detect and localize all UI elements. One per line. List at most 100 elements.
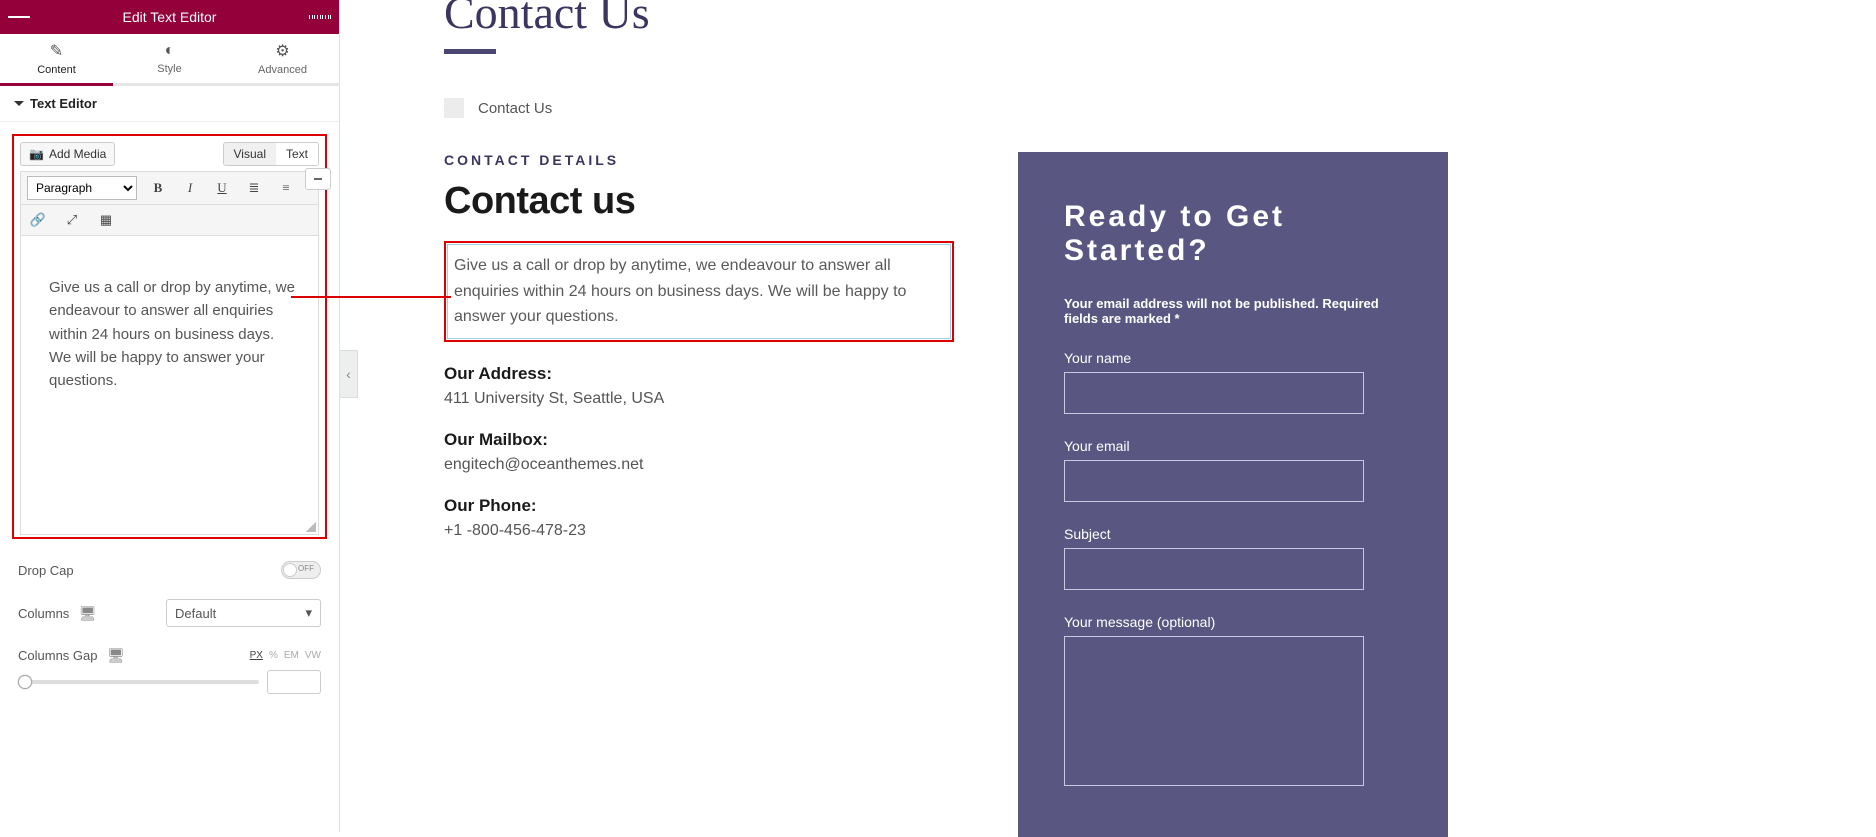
unit-em[interactable]: EM: [284, 650, 299, 661]
bold-button[interactable]: B: [147, 177, 169, 199]
menu-icon[interactable]: [8, 6, 30, 28]
mailbox-block: Our Mailbox: engitech@oceanthemes.net: [444, 430, 954, 474]
field-email: Your email: [1064, 438, 1402, 502]
address-label: Our Address:: [444, 364, 954, 384]
gear-icon: ⚙: [275, 41, 289, 61]
slider-thumb[interactable]: [18, 675, 32, 689]
responsive-icon[interactable]: 🖥: [107, 647, 125, 663]
content-columns: CONTACT DETAILS Contact us Give us a cal…: [444, 152, 1876, 837]
label-email: Your email: [1064, 438, 1402, 454]
columns-gap-slider[interactable]: [18, 680, 259, 684]
bullet-list-button[interactable]: ≣: [243, 177, 265, 199]
label-message: Your message (optional): [1064, 614, 1402, 630]
editor-toolbar-top: 📷 Add Media Visual Text: [20, 142, 319, 166]
panel-tabs: ✎ Content ◐ Style ⚙ Advanced: [0, 34, 339, 86]
wysiwyg-editor[interactable]: Give us a call or drop by anytime, we en…: [20, 235, 319, 535]
form-note: Your email address will not be published…: [1064, 296, 1402, 326]
unit-vw[interactable]: VW: [305, 650, 321, 661]
editor-format-bar: Paragraph B I U ≣ ≡: [20, 171, 319, 204]
pencil-icon: ✎: [50, 41, 63, 61]
add-media-button[interactable]: 📷 Add Media: [20, 142, 115, 166]
tab-advanced-label: Advanced: [258, 64, 307, 76]
editor-mode-tabs: Visual Text: [223, 142, 319, 166]
breadcrumb-current: Contact Us: [478, 100, 552, 117]
address-block: Our Address: 411 University St, Seattle,…: [444, 364, 954, 408]
camera-icon: 📷: [29, 147, 44, 161]
phone-value: +1 -800-456-478-23: [444, 522, 954, 540]
page-title: Contact Us: [444, 0, 1876, 39]
toolbar-toggle-button[interactable]: ▦: [95, 209, 117, 231]
tab-content-label: Content: [37, 64, 76, 76]
caret-down-icon: [14, 101, 24, 106]
paragraph-format-select[interactable]: Paragraph: [27, 176, 137, 200]
columns-row: Columns 🖥 Default ▾: [0, 589, 339, 637]
editor-highlight-box: 📷 Add Media Visual Text Paragraph B I U …: [12, 134, 327, 539]
section-title: Text Editor: [30, 96, 97, 111]
input-name[interactable]: [1064, 372, 1364, 414]
tab-content[interactable]: ✎ Content: [0, 34, 113, 83]
toggle-knob: [283, 563, 297, 577]
add-media-label: Add Media: [49, 147, 106, 161]
drop-cap-state: OFF: [298, 564, 314, 573]
drop-cap-label: Drop Cap: [18, 563, 74, 578]
sidebar-title: Edit Text Editor: [30, 9, 309, 25]
editor-sidebar: Edit Text Editor ✎ Content ◐ Style ⚙ Adv…: [0, 0, 340, 832]
responsive-icon[interactable]: 🖥: [79, 605, 97, 621]
drop-cap-toggle[interactable]: OFF: [281, 561, 321, 579]
section-text-editor-header[interactable]: Text Editor: [0, 86, 339, 122]
sidebar-header: Edit Text Editor: [0, 0, 339, 34]
columns-value: Default: [175, 606, 216, 621]
input-message[interactable]: [1064, 636, 1364, 786]
label-name: Your name: [1064, 350, 1402, 366]
unit-px[interactable]: PX: [250, 650, 263, 661]
contact-heading: Contact us: [444, 180, 954, 223]
form-heading: Ready to Get Started?: [1064, 200, 1402, 268]
unit-switcher: PX % EM VW: [250, 650, 321, 661]
phone-label: Our Phone:: [444, 496, 954, 516]
input-subject[interactable]: [1064, 548, 1364, 590]
field-subject: Subject: [1064, 526, 1402, 590]
input-email[interactable]: [1064, 460, 1364, 502]
tab-style-label: Style: [157, 63, 181, 75]
columns-select[interactable]: Default ▾: [166, 599, 321, 627]
drop-cap-row: Drop Cap OFF: [0, 551, 339, 589]
contact-form: Ready to Get Started? Your email address…: [1018, 152, 1448, 837]
field-name: Your name: [1064, 350, 1402, 414]
columns-gap-row: Columns Gap 🖥 PX % EM VW: [0, 637, 339, 666]
annotation-connector-line: [291, 296, 451, 298]
resize-handle[interactable]: [306, 522, 316, 532]
editor-content: Give us a call or drop by anytime, we en…: [49, 279, 295, 389]
fullscreen-button[interactable]: ⤢: [61, 209, 83, 231]
unit-percent[interactable]: %: [269, 650, 278, 661]
live-preview: Contact Us Contact Us CONTACT DETAILS Co…: [360, 0, 1876, 832]
phone-block: Our Phone: +1 -800-456-478-23: [444, 496, 954, 540]
address-value: 411 University St, Seattle, USA: [444, 390, 954, 408]
visual-tab[interactable]: Visual: [224, 143, 276, 165]
mailbox-label: Our Mailbox:: [444, 430, 954, 450]
columns-gap-slider-row: [0, 666, 339, 694]
panel-collapse-handle[interactable]: ‹: [340, 350, 358, 398]
tab-advanced[interactable]: ⚙ Advanced: [226, 34, 339, 83]
italic-button[interactable]: I: [179, 177, 201, 199]
chevron-down-icon: ▾: [305, 605, 312, 621]
underline-button[interactable]: U: [211, 177, 233, 199]
mailbox-value: engitech@oceanthemes.net: [444, 456, 954, 474]
breadcrumb: Contact Us: [444, 98, 1876, 118]
text-tab[interactable]: Text: [276, 143, 318, 165]
field-message: Your message (optional): [1064, 614, 1402, 789]
tab-style[interactable]: ◐ Style: [113, 34, 226, 83]
columns-layout-icon[interactable]: [305, 168, 331, 190]
label-subject: Subject: [1064, 526, 1402, 542]
contact-details-column: CONTACT DETAILS Contact us Give us a cal…: [444, 152, 954, 837]
columns-label: Columns: [18, 606, 69, 621]
columns-gap-label: Columns Gap: [18, 648, 97, 663]
link-button[interactable]: 🔗: [27, 209, 49, 231]
columns-gap-input[interactable]: [267, 670, 321, 694]
breadcrumb-home-icon[interactable]: [444, 98, 464, 118]
contact-paragraph: Give us a call or drop by anytime, we en…: [447, 244, 951, 339]
highlighted-text-widget[interactable]: Give us a call or drop by anytime, we en…: [444, 241, 954, 342]
editor-insert-bar: 🔗 ⤢ ▦: [20, 204, 319, 235]
section-eyebrow: CONTACT DETAILS: [444, 152, 954, 168]
numbered-list-button[interactable]: ≡: [275, 177, 297, 199]
widgets-grid-icon[interactable]: [309, 6, 331, 28]
